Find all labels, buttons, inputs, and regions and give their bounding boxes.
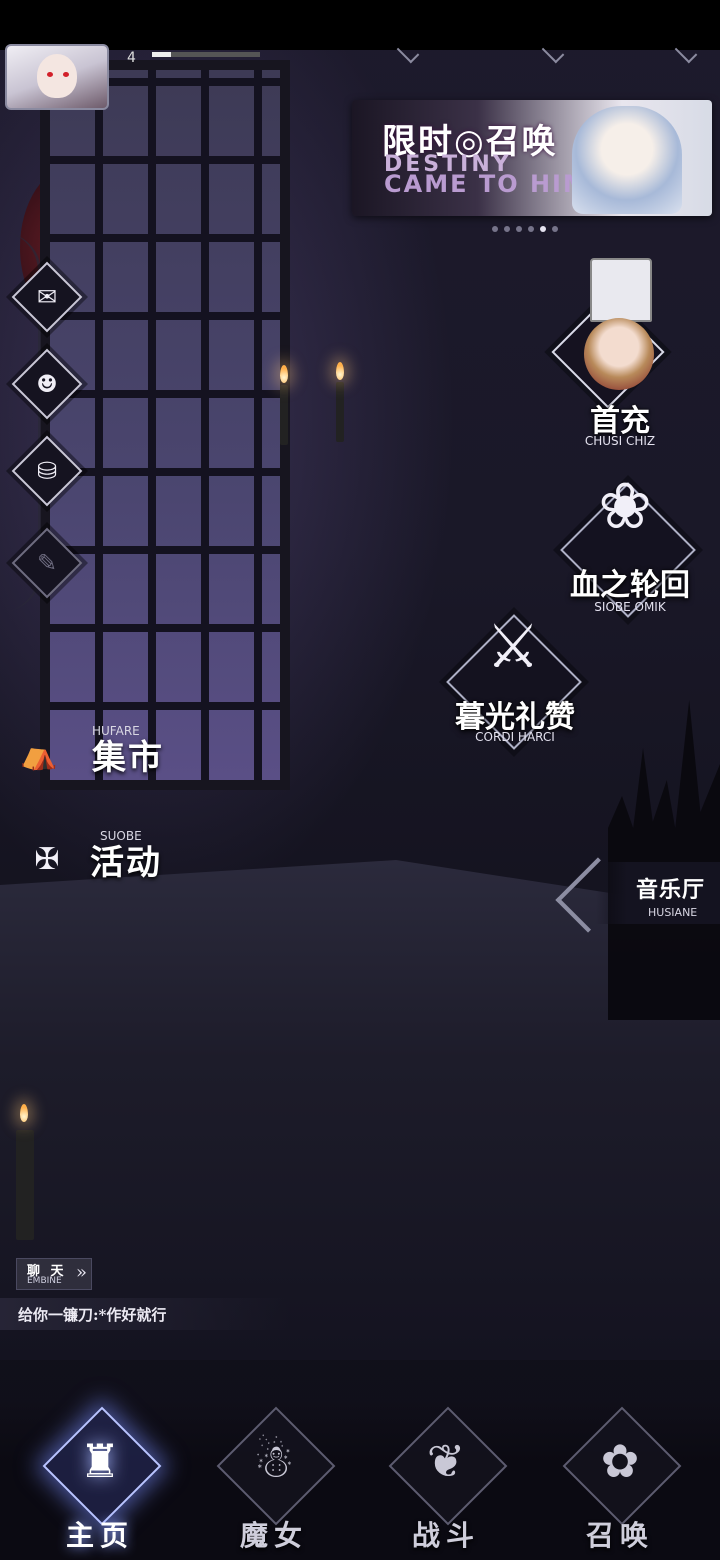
chat-sub: EMBINE	[27, 1276, 62, 1286]
double-chevron-right-icon: »	[75, 1262, 87, 1283]
witch-icon: ☃	[253, 1434, 295, 1488]
banner-character	[572, 106, 682, 214]
blood-cycle-sub: SIOBE OMIK	[594, 600, 666, 614]
xp-bar	[152, 52, 260, 57]
ghost-icon: ☻	[36, 370, 58, 398]
chat-button[interactable]: 聊 天 EMBINE »	[16, 1258, 92, 1290]
first-recharge-sub: CHUSI CHIZ	[584, 434, 656, 448]
market-icon: ⛺	[20, 737, 58, 772]
bag-icon: ⛁	[36, 457, 58, 485]
mail-icon: ✉	[36, 283, 58, 311]
scroll-icon: ✎	[36, 549, 58, 577]
nav-home-label: 主页	[65, 1519, 134, 1552]
page-dot[interactable]	[504, 226, 510, 232]
sword-wings-icon: ⚔	[486, 612, 540, 682]
nav-summon-label: 召唤	[585, 1519, 654, 1552]
events-sub: SUOBE	[100, 829, 142, 843]
page-dot-active[interactable]	[540, 226, 546, 232]
candle	[336, 382, 344, 442]
character-portrait	[584, 318, 654, 390]
market-sub: HUFARE	[92, 724, 140, 738]
market-button[interactable]: ⛺ HUFARE 集市	[14, 724, 164, 779]
summon-icon: ✿	[600, 1434, 640, 1488]
status-bar	[0, 0, 720, 50]
blood-cycle-label: 血之轮回	[570, 568, 690, 603]
hat-icon	[590, 258, 652, 322]
events-button[interactable]: ✠ SUOBE 活动	[22, 829, 162, 884]
nav-battle[interactable]: ❦ 战斗	[386, 1406, 508, 1554]
chat-latest-message[interactable]: 给你一镰刀:*作好就行	[0, 1298, 290, 1330]
nav-witch[interactable]: ☃ 魔女	[214, 1406, 336, 1554]
music-hall-sub: HUSIANE	[648, 906, 698, 919]
avatar-eye	[63, 72, 69, 77]
page-dot[interactable]	[492, 226, 498, 232]
castle-icon: ♜	[79, 1434, 121, 1488]
events-icon: ✠	[34, 842, 60, 877]
nav-home[interactable]: ♜ 主页	[40, 1406, 162, 1554]
book-icon: ❦	[426, 1434, 466, 1488]
avatar-face	[37, 54, 77, 98]
banner-pagination[interactable]	[492, 226, 558, 232]
nav-witch-label: 魔女	[239, 1519, 308, 1552]
page-dot[interactable]	[516, 226, 522, 232]
banner-subtitle-2: CAME TO HIM	[384, 170, 589, 198]
chat-message-text: 给你一镰刀:*作好就行	[18, 1306, 167, 1324]
candle-flame	[280, 365, 288, 383]
player-level: 4	[127, 50, 136, 66]
music-hall-button[interactable]: 音乐厅 HUSIANE	[555, 857, 720, 933]
gothic-window	[40, 60, 290, 790]
candle-flame	[20, 1104, 28, 1122]
avatar-eye	[47, 72, 53, 77]
player-avatar[interactable]	[5, 44, 109, 110]
xp-bar-fill	[152, 52, 172, 57]
page-dot[interactable]	[552, 226, 558, 232]
nav-battle-label: 战斗	[411, 1519, 480, 1552]
nav-summon[interactable]: ✿ 召唤	[560, 1406, 682, 1554]
candle	[16, 1130, 34, 1240]
page-dot[interactable]	[528, 226, 534, 232]
limited-summon-banner[interactable]: 限时◎召唤 DESTINY CAME TO HIM	[352, 100, 712, 216]
rose-icon: ❀	[598, 470, 652, 544]
candle-flame	[336, 362, 344, 380]
candle	[280, 385, 288, 445]
music-hall-label: 音乐厅	[636, 877, 706, 903]
twilight-praise-sub: CORDI HARCI	[475, 730, 555, 744]
